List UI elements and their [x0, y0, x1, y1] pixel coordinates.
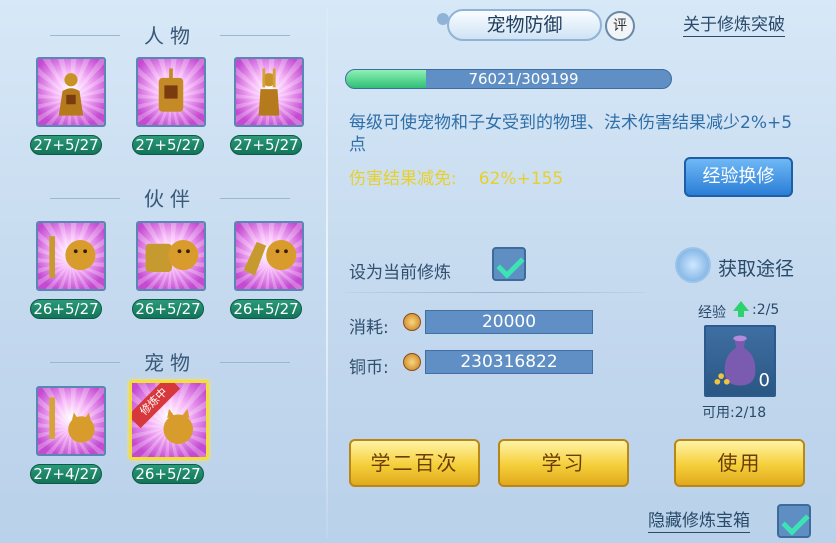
- knight-icon: [258, 68, 280, 116]
- hide-chest-label[interactable]: 隐藏修炼宝箱: [648, 510, 750, 533]
- skill-slot-pet-1[interactable]: [36, 386, 106, 456]
- cost-label: 消耗:: [349, 318, 389, 338]
- get-path-link[interactable]: 获取途径: [718, 254, 794, 281]
- skill-description: 每级可使宠物和子女受到的物理、法术伤害结果减少2%+5点: [349, 113, 793, 155]
- level-label: 26+5/27: [230, 299, 302, 319]
- skill-slot-partner-1[interactable]: [36, 221, 106, 291]
- level-label: 27+5/27: [132, 135, 204, 155]
- exp-exchange-button[interactable]: 经验换修: [684, 157, 793, 197]
- coin-icon: [403, 353, 421, 371]
- level-label: 27+4/27: [30, 464, 102, 484]
- skill-slot-partner-2[interactable]: [136, 221, 206, 291]
- about-breakthrough-link[interactable]: 关于修炼突破: [683, 14, 785, 37]
- skill-slot-character-2[interactable]: [136, 57, 206, 127]
- available-label: 可用:2/18: [702, 405, 767, 421]
- skill-slot-character-3[interactable]: [234, 57, 304, 127]
- scroll-icon[interactable]: [675, 247, 711, 283]
- damage-label: 伤害结果减免:: [349, 169, 457, 189]
- arrow-up-icon: [733, 301, 749, 317]
- warrior-icon: [58, 73, 84, 116]
- item-count: 0: [758, 370, 770, 391]
- exp-value: :2/5: [752, 302, 780, 318]
- copper-value: 230316822: [425, 350, 593, 374]
- learn-button[interactable]: 学习: [498, 439, 629, 487]
- lion-shield-icon: [145, 239, 199, 273]
- level-label: 26+5/27: [30, 299, 102, 319]
- set-current-checkbox[interactable]: [492, 247, 526, 281]
- progress-text: 76021/309199: [468, 70, 579, 88]
- cat-sword-icon: [49, 397, 95, 443]
- exp-progress-bar: 76021/309199: [345, 69, 672, 89]
- separator: [345, 292, 645, 293]
- panel-divider: [326, 8, 328, 538]
- cost-value: 20000: [425, 310, 593, 334]
- level-label: 26+5/27: [132, 299, 204, 319]
- lion-fist-icon: [243, 239, 297, 276]
- level-label: 27+5/27: [230, 135, 302, 155]
- level-label: 27+5/27: [30, 135, 102, 155]
- lion-sword-icon: [49, 236, 96, 278]
- level-label: 26+5/27: [132, 464, 204, 484]
- exp-label: 经验: [698, 305, 726, 321]
- armor-icon: [158, 68, 184, 112]
- use-button[interactable]: 使用: [674, 439, 805, 487]
- skill-slot-character-1[interactable]: [36, 57, 106, 127]
- rate-button[interactable]: 评: [605, 11, 635, 41]
- damage-reduction: 伤害结果减免: 62%+155: [349, 164, 563, 189]
- section-title-character: 人物: [20, 20, 320, 49]
- section-title-pet: 宠物: [20, 347, 320, 376]
- skill-slot-pet-2-selected[interactable]: 修炼中: [129, 380, 209, 460]
- skill-slot-partner-3[interactable]: [234, 221, 304, 291]
- hide-chest-checkbox[interactable]: [777, 504, 811, 538]
- set-current-label: 设为当前修炼: [349, 263, 451, 283]
- tab-title: 宠物防御: [447, 9, 602, 41]
- learn-200-button[interactable]: 学二百次: [349, 439, 480, 487]
- damage-value: 62%+155: [478, 169, 564, 189]
- section-title-partner: 伙伴: [20, 183, 320, 212]
- copper-label: 铜币:: [349, 358, 389, 378]
- exp-item-slot[interactable]: 0: [704, 325, 776, 397]
- coin-icon: [403, 313, 421, 331]
